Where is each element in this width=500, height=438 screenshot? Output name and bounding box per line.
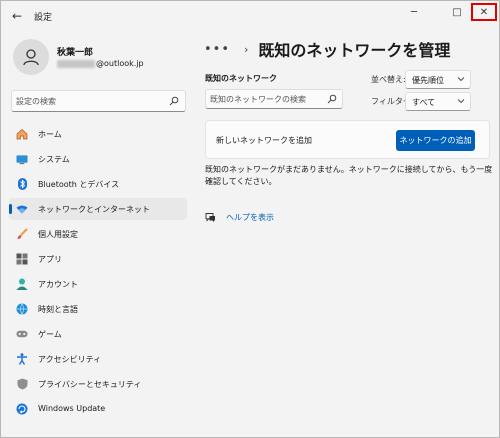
main-content: ••• › 既知のネットワークを管理 既知のネットワーク 並べ替え: 優先順位 … bbox=[196, 31, 499, 437]
apps-icon bbox=[16, 253, 28, 265]
breadcrumb: ••• › 既知のネットワークを管理 bbox=[204, 39, 451, 60]
globe-clock-icon bbox=[16, 303, 28, 315]
chevron-down-icon bbox=[457, 77, 465, 82]
app-title: 設定 bbox=[34, 13, 53, 23]
sidebar-item-label: Bluetooth とデバイス bbox=[38, 180, 120, 189]
update-icon bbox=[16, 403, 28, 415]
maximize-icon: □ bbox=[452, 6, 462, 18]
search-icon[interactable] bbox=[169, 96, 179, 106]
sidebar-item-label: ホーム bbox=[38, 130, 62, 139]
sidebar-item-privacy[interactable]: プライバシーとセキュリティ bbox=[9, 373, 187, 395]
user-name: 秋葉一郎 bbox=[57, 48, 94, 58]
chevron-right-icon: › bbox=[244, 42, 249, 56]
minimize-icon: ─ bbox=[410, 6, 418, 18]
back-button[interactable]: ← bbox=[7, 6, 27, 26]
wifi-icon bbox=[16, 203, 28, 215]
settings-search-box[interactable] bbox=[11, 90, 186, 112]
page-title: 既知のネットワークを管理 bbox=[258, 41, 451, 60]
sidebar-item-bluetooth[interactable]: Bluetooth とデバイス bbox=[9, 173, 187, 195]
known-networks-label: 既知のネットワーク bbox=[205, 74, 277, 83]
sidebar-item-gaming[interactable]: ゲーム bbox=[9, 323, 187, 345]
shield-icon bbox=[16, 378, 28, 390]
sidebar-item-system[interactable]: システム bbox=[9, 148, 187, 170]
home-icon bbox=[16, 128, 28, 140]
avatar[interactable] bbox=[13, 39, 49, 75]
sidebar-item-label: アカウント bbox=[38, 280, 78, 289]
help-link-text[interactable]: ヘルプを表示 bbox=[226, 212, 274, 223]
sidebar-item-label: プライバシーとセキュリティ bbox=[38, 380, 142, 389]
sidebar-item-personalization[interactable]: 個人用設定 bbox=[9, 223, 187, 245]
back-arrow-icon: ← bbox=[11, 9, 23, 23]
filter-dropdown[interactable]: すべて bbox=[405, 92, 471, 111]
sidebar-item-label: 時刻と言語 bbox=[38, 305, 78, 314]
sidebar-item-home[interactable]: ホーム bbox=[9, 123, 187, 145]
sidebar-item-apps[interactable]: アプリ bbox=[9, 248, 187, 270]
search-icon[interactable] bbox=[327, 94, 337, 104]
help-icon bbox=[205, 213, 215, 222]
sidebar: 秋葉一郎 @outlook.jp ホーム システム bbox=[1, 31, 196, 437]
sort-label: 並べ替え: bbox=[371, 75, 406, 84]
sidebar-item-label: システム bbox=[38, 155, 70, 164]
maximize-button[interactable]: □ bbox=[444, 1, 470, 23]
sidebar-item-label: Windows Update bbox=[38, 404, 106, 413]
sidebar-item-time-language[interactable]: 時刻と言語 bbox=[9, 298, 187, 320]
settings-search-input[interactable] bbox=[16, 94, 166, 108]
sidebar-item-label: アプリ bbox=[38, 255, 62, 264]
sidebar-item-label: アクセシビリティ bbox=[38, 355, 102, 364]
accessibility-icon bbox=[16, 353, 28, 365]
gamepad-icon bbox=[16, 328, 28, 340]
user-icon bbox=[23, 49, 39, 66]
sidebar-item-network[interactable]: ネットワークとインターネット bbox=[9, 198, 187, 220]
sidebar-item-accessibility[interactable]: アクセシビリティ bbox=[9, 348, 187, 370]
sidebar-item-label: ネットワークとインターネット bbox=[38, 205, 150, 214]
sort-dropdown[interactable]: 優先順位 bbox=[405, 70, 471, 89]
sort-value: 優先順位 bbox=[412, 76, 444, 85]
sidebar-item-label: ゲーム bbox=[38, 330, 62, 339]
bluetooth-icon bbox=[16, 178, 28, 190]
system-icon bbox=[16, 153, 28, 165]
add-network-button[interactable]: ネットワークの追加 bbox=[396, 130, 475, 151]
empty-state-message: 既知のネットワークがまだありません。ネットワークに接続してから、もう一度確認して… bbox=[205, 165, 493, 186]
add-network-label: 新しいネットワークを追加 bbox=[216, 136, 312, 145]
help-link[interactable]: ヘルプを表示 bbox=[205, 212, 274, 223]
filter-value: すべて bbox=[412, 98, 436, 107]
breadcrumb-more-button[interactable]: ••• bbox=[204, 42, 230, 57]
sidebar-item-accounts[interactable]: アカウント bbox=[9, 273, 187, 295]
brush-icon bbox=[16, 228, 28, 240]
sidebar-item-windows-update[interactable]: Windows Update bbox=[9, 398, 187, 420]
redacted-email-part bbox=[57, 59, 95, 68]
known-networks-search-box[interactable] bbox=[205, 89, 343, 109]
known-networks-search-input[interactable] bbox=[210, 93, 325, 105]
close-button[interactable]: ✕ bbox=[471, 3, 497, 21]
add-network-card: 新しいネットワークを追加 ネットワークの追加 bbox=[205, 120, 490, 159]
title-bar: ← 設定 ─ □ ✕ bbox=[1, 1, 499, 31]
chevron-down-icon bbox=[457, 99, 465, 104]
user-email-domain: @outlook.jp bbox=[96, 59, 144, 68]
settings-window: ← 設定 ─ □ ✕ 秋葉一郎 @outlook.jp 設定の検索 ホーム シス… bbox=[0, 0, 500, 438]
sidebar-item-label: 個人用設定 bbox=[38, 230, 78, 239]
minimize-button[interactable]: ─ bbox=[401, 1, 427, 23]
account-icon bbox=[16, 278, 28, 290]
close-icon: ✕ bbox=[479, 6, 489, 18]
user-email: @outlook.jp bbox=[57, 59, 144, 68]
sidebar-nav: ホーム システム Bluetooth とデバイス ネットワークとインターネット bbox=[9, 123, 187, 423]
